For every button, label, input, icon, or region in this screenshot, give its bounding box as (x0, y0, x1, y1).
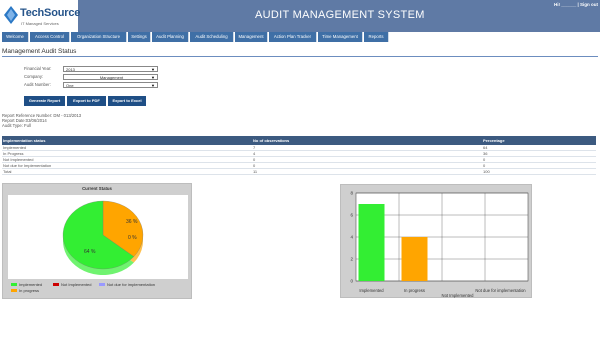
pie-chart-title: Current Status (82, 186, 112, 191)
logo-text: TechSource (20, 7, 81, 19)
chevron-down-icon: ▼ (151, 67, 155, 72)
tab-welcome[interactable]: Welcome (2, 32, 29, 42)
financial-year-label: Financial Year: (24, 66, 52, 71)
table-header-row: Implementation status No of observations… (2, 136, 596, 145)
tab-organization-structure[interactable]: Organization Structure (71, 32, 127, 42)
legend-item-not-due: Not due for implementation (99, 282, 155, 287)
observations-table: Implementation status No of observations… (2, 136, 596, 175)
legend-label: Not Implemented (61, 282, 92, 287)
x-tick-label: In progress (404, 288, 425, 293)
tab-audit-planning[interactable]: Audit Planning (152, 32, 189, 42)
pie-chart: 36 % 64 % 0 % (62, 200, 144, 275)
user-signout-link[interactable]: Hi! ______ | Sign out (554, 2, 598, 7)
audit-number-value: One (66, 83, 74, 88)
legend-item-not-implemented: Not Implemented (53, 282, 91, 287)
financial-year-select[interactable]: 2013 ▼ (63, 66, 158, 72)
y-tick-label: 6 (350, 213, 353, 218)
y-tick-label: 0 (350, 279, 353, 284)
chevron-down-icon: ▼ (151, 75, 155, 80)
bar-implemented (358, 204, 385, 281)
export-excel-button[interactable]: Export to Excel (108, 96, 146, 106)
column-header: Implementation status (2, 136, 252, 145)
legend-swatch (99, 283, 105, 287)
tab-audit-scheduling[interactable]: Audit Scheduling (190, 32, 234, 42)
pie-chart-plot: 36 % 64 % 0 % (8, 195, 188, 279)
export-pdf-button[interactable]: Export to PDF (67, 96, 106, 106)
x-tick-label: Not Implemented (442, 293, 475, 298)
legend-item-in-progress: In progress (11, 288, 39, 293)
tab-management[interactable]: Management (235, 32, 268, 42)
audit-number-label: Audit Number: (24, 82, 51, 87)
y-tick-label: 8 (350, 191, 353, 196)
main-nav: Welcome Access Control Organization Stru… (0, 32, 600, 43)
company-label: Company: (24, 74, 44, 79)
bar-chart: 0 2 4 6 8 Implemented In progress Not Implement… (350, 191, 529, 298)
x-tick-label: Not due for implementation (475, 288, 526, 293)
pie-slice-label: 0 % (128, 235, 137, 241)
legend-label: Implemented (19, 282, 43, 287)
logo[interactable]: TechSource IT Managed Services (0, 0, 81, 32)
pie-chart-panel: Current Status 36 % 64 % 0 % Implemented N… (2, 183, 192, 299)
table-row: Total 11 100 (2, 168, 596, 175)
pie-slice-label: 36 % (126, 219, 138, 225)
bar-chart-panel: 0 2 4 6 8 Implemented In progress Not Implement… (340, 184, 532, 298)
x-tick-label: Implemented (359, 288, 384, 293)
generate-report-button[interactable]: Generate Report (24, 96, 65, 106)
column-header: No of observations (252, 136, 482, 145)
tab-settings[interactable]: Settings (128, 32, 151, 42)
bar-in-progress (401, 237, 428, 281)
y-tick-label: 2 (350, 257, 353, 262)
logo-mark-icon (4, 6, 18, 24)
legend-label: Not due for implementation (107, 282, 156, 287)
chevron-down-icon: ▼ (151, 83, 155, 88)
company-select[interactable]: Management ▼ (63, 74, 158, 80)
app-header: TechSource IT Managed Services AUDIT MAN… (0, 0, 600, 32)
tab-action-plan-tracker[interactable]: Action Plan Tracker (269, 32, 317, 42)
tab-reports[interactable]: Reports (364, 32, 389, 42)
title-divider (2, 56, 598, 57)
tab-time-management[interactable]: Time Management (318, 32, 363, 42)
audit-type: Audit Type: Full (2, 123, 31, 128)
company-value: Management (99, 75, 124, 80)
column-header: Percentage (482, 136, 596, 145)
pie-slice-label: 64 % (84, 249, 96, 255)
page-title: Management Audit Status (2, 48, 77, 55)
financial-year-value: 2013 (66, 67, 75, 72)
table-cell: Total (2, 168, 252, 175)
table-cell: 11 (252, 168, 482, 175)
app-title: AUDIT MANAGEMENT SYSTEM (255, 9, 425, 21)
legend-swatch (53, 283, 59, 287)
y-tick-label: 4 (350, 235, 353, 240)
audit-number-select[interactable]: One ▼ (63, 82, 158, 88)
legend-swatch (11, 283, 17, 287)
legend-item-implemented: Implemented (11, 282, 42, 287)
tab-access-control[interactable]: Access Control (30, 32, 70, 42)
logo-subtitle: IT Managed Services (21, 21, 59, 26)
legend-label: In progress (19, 288, 40, 293)
legend-swatch (11, 289, 17, 293)
table-cell: 100 (482, 168, 596, 175)
